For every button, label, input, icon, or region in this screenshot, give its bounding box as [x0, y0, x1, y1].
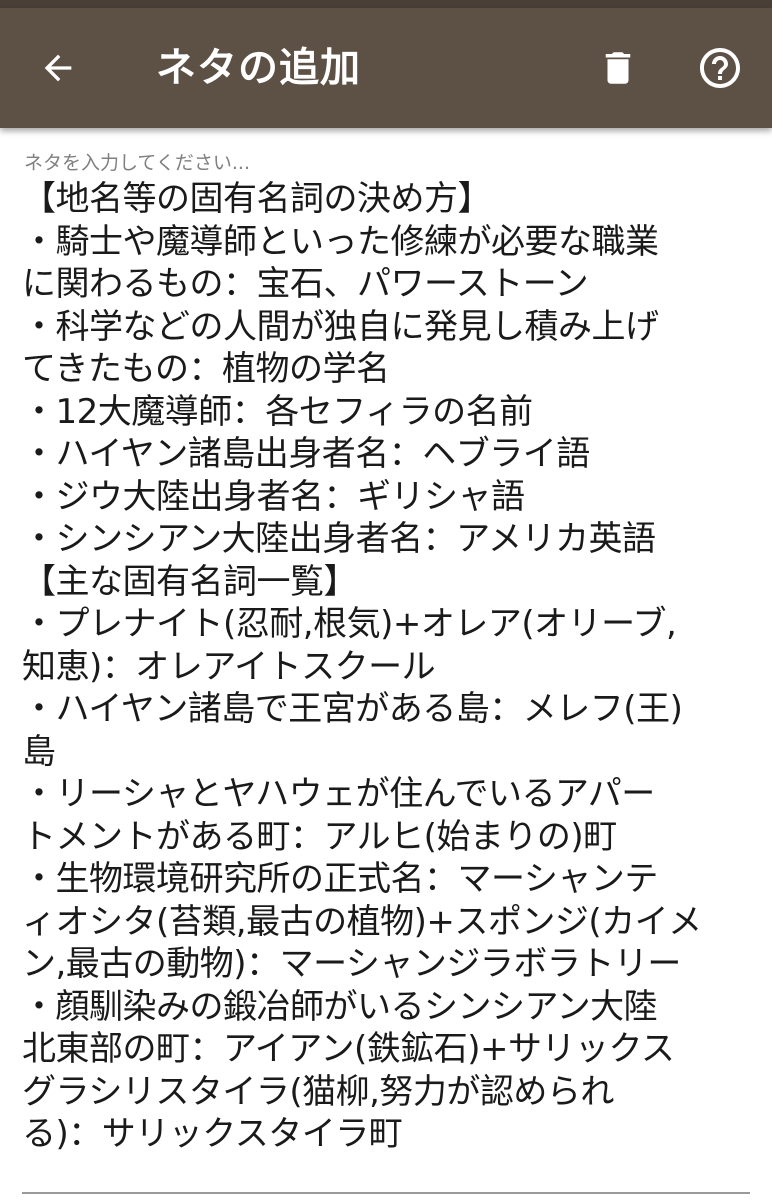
input-hint-label: ネタを入力してください...: [24, 152, 250, 174]
arrow-left-icon: [44, 54, 72, 82]
app-bar: ネタの追加: [0, 8, 772, 128]
help-button[interactable]: [692, 40, 748, 96]
trash-icon: [605, 52, 631, 84]
note-text[interactable]: 【地名等の固有名詞の決め方】 ・騎士や魔導師といった修練が必要な職業 に関わるも…: [22, 178, 750, 1156]
delete-button[interactable]: [590, 40, 646, 96]
back-button[interactable]: [30, 40, 86, 96]
page-title: ネタの追加: [156, 45, 361, 91]
input-underline: [22, 1192, 750, 1194]
note-input-field[interactable]: ネタを入力してください... 【地名等の固有名詞の決め方】 ・騎士や魔導師といっ…: [22, 128, 750, 1200]
status-bar: [0, 0, 772, 8]
help-circle-icon: [700, 48, 740, 88]
